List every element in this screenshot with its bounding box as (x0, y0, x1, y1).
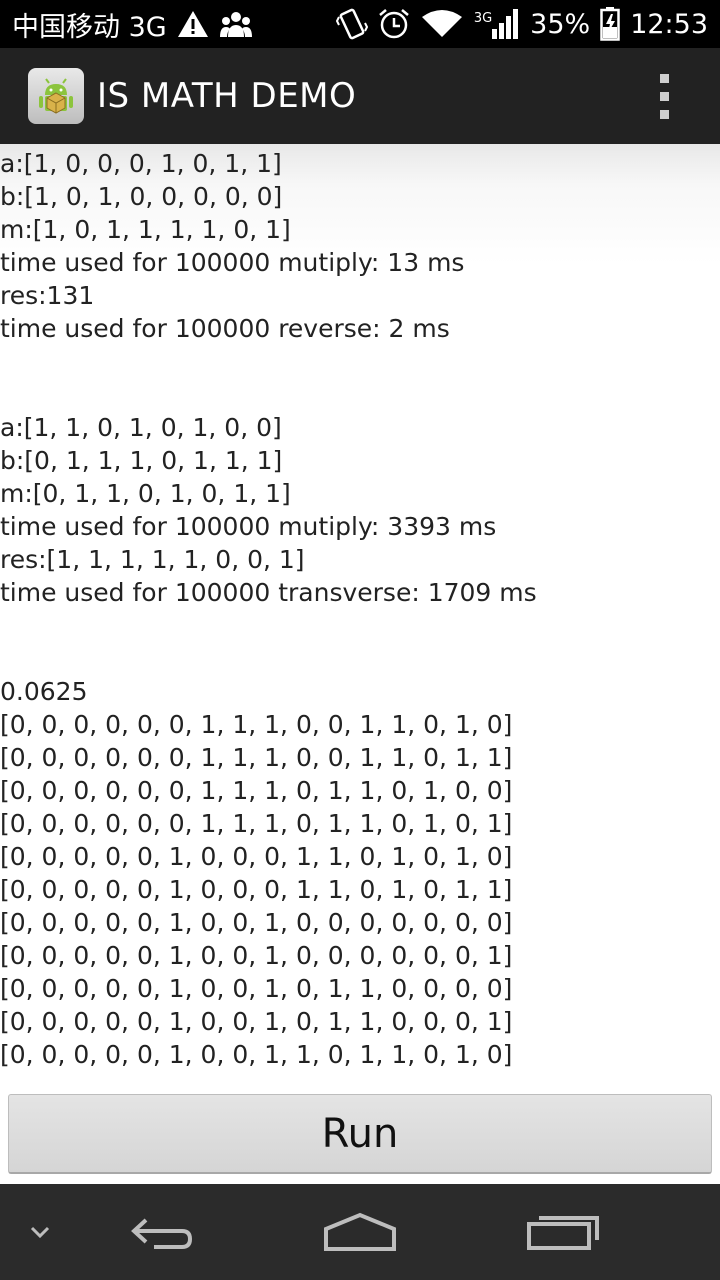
output-line: [0, 0, 0, 0, 0, 1, 0, 0, 0, 1, 1, 0, 1, … (0, 875, 513, 904)
output-line: [0, 0, 0, 0, 0, 0, 1, 1, 1, 0, 0, 1, 1, … (0, 710, 513, 739)
run-button[interactable]: Run (8, 1094, 712, 1174)
status-bar: 中国移动 3G 3G 35% 12:53 (0, 0, 720, 48)
output-line: a:[1, 0, 0, 0, 1, 0, 1, 1] (0, 149, 282, 178)
output-line: [0, 0, 0, 0, 0, 0, 1, 1, 1, 0, 0, 1, 1, … (0, 743, 513, 772)
output-line: [0, 0, 0, 0, 0, 1, 0, 0, 0, 1, 1, 0, 1, … (0, 842, 513, 871)
chevron-down-icon[interactable] (18, 1184, 62, 1280)
output-line: res:[1, 1, 1, 1, 1, 0, 0, 1] (0, 545, 305, 574)
output-line: [0, 0, 0, 0, 0, 1, 0, 0, 1, 0, 0, 0, 0, … (0, 908, 513, 937)
output-text: a:[1, 0, 0, 0, 1, 0, 1, 1] b:[1, 0, 1, 0,… (0, 147, 716, 1071)
output-line: a:[1, 1, 0, 1, 0, 1, 0, 0] (0, 413, 282, 442)
home-icon[interactable] (314, 1184, 406, 1280)
output-line: res:131 (0, 281, 95, 310)
output-line: [0, 0, 0, 0, 0, 1, 0, 0, 1, 0, 1, 1, 0, … (0, 974, 513, 1003)
output-line: [0, 0, 0, 0, 0, 0, 1, 1, 1, 0, 1, 1, 0, … (0, 809, 513, 838)
clock: 12:53 (630, 8, 708, 40)
signal-icon: 3G (474, 9, 520, 39)
android-app-icon[interactable] (28, 68, 84, 124)
recent-apps-icon[interactable] (518, 1184, 608, 1280)
action-bar: IS MATH DEMO (0, 48, 720, 144)
output-line: b:[0, 1, 1, 1, 0, 1, 1, 1] (0, 446, 283, 475)
output-line: time used for 100000 mutiply: 13 ms (0, 248, 465, 277)
warning-icon (177, 10, 209, 38)
wifi-icon (420, 9, 464, 39)
output-line: m:[0, 1, 1, 0, 1, 0, 1, 1] (0, 479, 291, 508)
app-title: IS MATH DEMO (97, 76, 357, 116)
content-area: a:[1, 0, 0, 0, 1, 0, 1, 1] b:[1, 0, 1, 0,… (0, 144, 720, 1184)
output-line: [0, 0, 0, 0, 0, 1, 0, 0, 1, 1, 0, 1, 1, … (0, 1040, 513, 1069)
vibrate-icon (335, 7, 368, 41)
output-line: b:[1, 0, 1, 0, 0, 0, 0, 0] (0, 182, 283, 211)
alarm-icon (378, 8, 410, 40)
output-line: time used for 100000 mutiply: 3393 ms (0, 512, 497, 541)
output-line: [0, 0, 0, 0, 0, 1, 0, 0, 1, 0, 0, 0, 0, … (0, 941, 513, 970)
network-type-label: 3G (473, 11, 493, 26)
output-line: m:[1, 0, 1, 1, 1, 1, 0, 1] (0, 215, 291, 244)
back-icon[interactable] (118, 1184, 202, 1280)
output-line: 0.0625 (0, 677, 88, 706)
carrier-label: 中国移动 3G (12, 11, 167, 43)
overflow-menu-icon[interactable] (646, 66, 682, 126)
battery-charging-icon (600, 7, 620, 41)
output-line: time used for 100000 transverse: 1709 ms (0, 578, 537, 607)
people-icon (219, 10, 253, 38)
output-line: [0, 0, 0, 0, 0, 1, 0, 0, 1, 0, 1, 1, 0, … (0, 1007, 513, 1036)
output-line: time used for 100000 reverse: 2 ms (0, 314, 450, 343)
battery-percentage: 35% (530, 8, 591, 40)
navigation-bar (0, 1184, 720, 1280)
output-line: [0, 0, 0, 0, 0, 0, 1, 1, 1, 0, 1, 1, 0, … (0, 776, 513, 805)
